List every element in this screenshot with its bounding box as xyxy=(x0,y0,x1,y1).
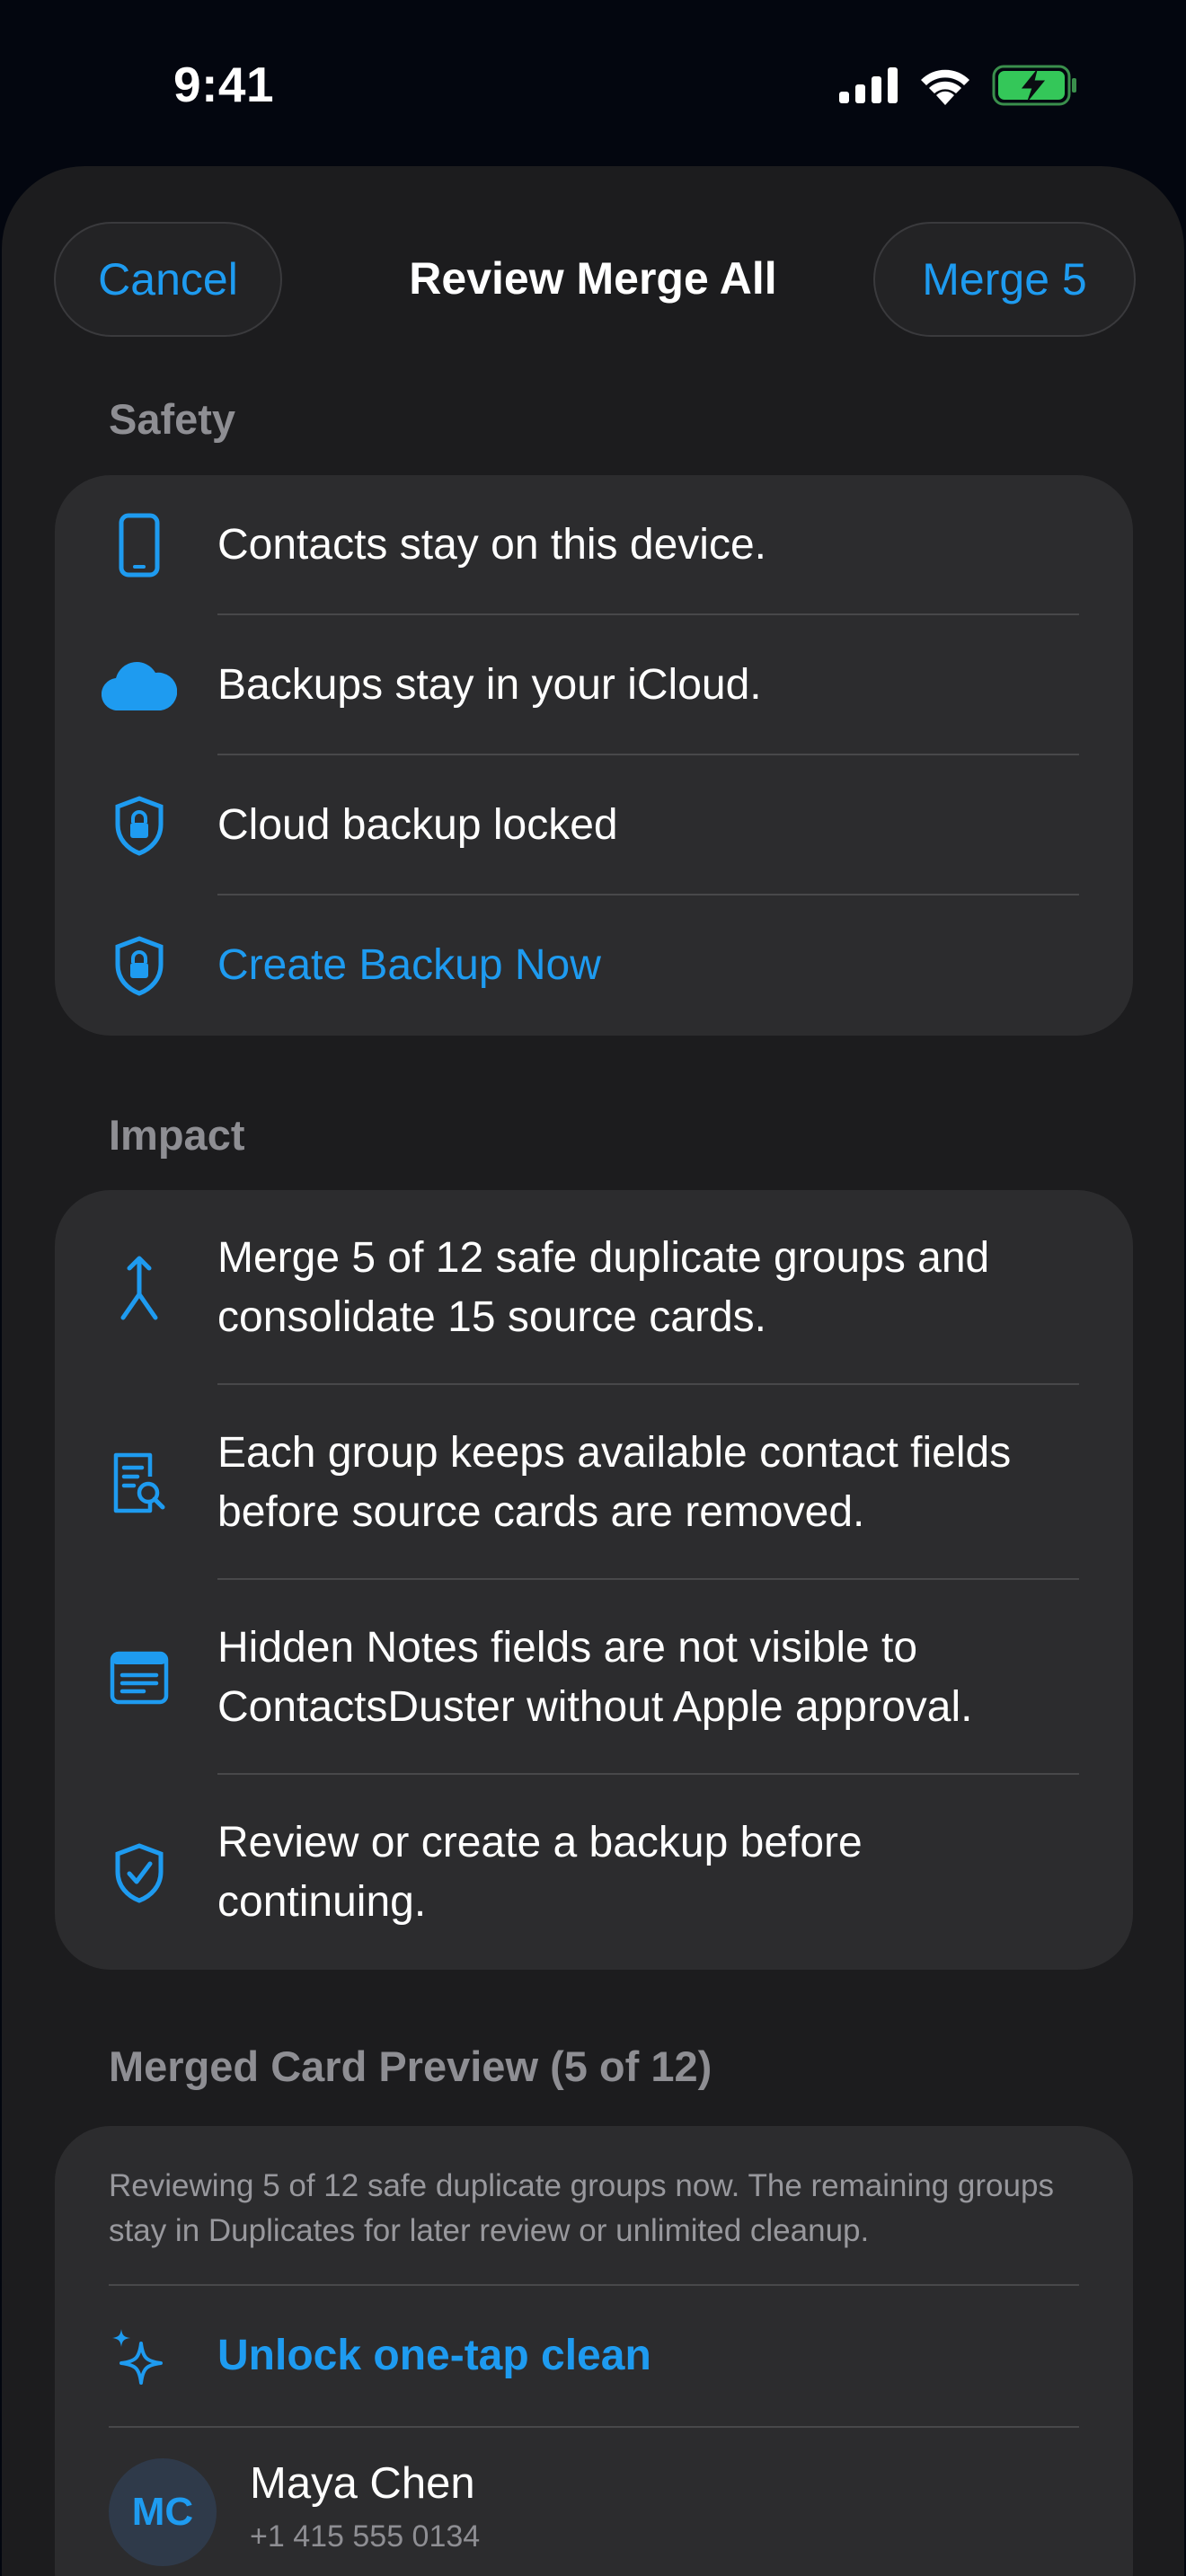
status-bar: 9:41 xyxy=(0,0,1186,166)
safety-section-header: Safety xyxy=(109,395,236,443)
merge-button[interactable]: Merge 5 xyxy=(873,222,1136,337)
preview-section-header: Merged Card Preview (5 of 12) xyxy=(109,2042,712,2090)
safety-row-device: Contacts stay on this device. xyxy=(55,475,1133,615)
status-time: 9:41 xyxy=(173,57,275,112)
sparkles-icon xyxy=(55,2286,220,2426)
contact-phone: +1 415 555 0134 xyxy=(250,2519,481,2554)
safety-row-icloud: Backups stay in your iCloud. xyxy=(55,615,1133,755)
unlock-one-tap-row[interactable]: Unlock one-tap clean xyxy=(55,2286,1133,2426)
cloud-icon xyxy=(55,615,224,755)
impact-label: Hidden Notes fields are not visible to C… xyxy=(217,1623,973,1731)
lock-shield-icon xyxy=(55,755,224,895)
battery-charging-icon xyxy=(992,65,1076,106)
contact-name: Maya Chen xyxy=(250,2459,475,2508)
impact-label: Each group keeps available contact field… xyxy=(217,1428,1012,1536)
impact-label: Merge 5 of 12 safe duplicate groups and … xyxy=(217,1233,990,1341)
impact-card: Merge 5 of 12 safe duplicate groups and … xyxy=(55,1190,1133,1970)
preview-note: Reviewing 5 of 12 safe duplicate groups … xyxy=(109,2168,1054,2248)
notes-icon xyxy=(55,1580,224,1775)
checkmark-shield-icon xyxy=(55,1775,224,1970)
create-backup-link[interactable]: Create Backup Now xyxy=(217,936,655,995)
unlock-one-tap-link[interactable]: Unlock one-tap clean xyxy=(217,2326,705,2386)
review-sheet: Cancel Review Merge All Merge 5 Safety C… xyxy=(2,166,1184,2576)
safety-label: Contacts stay on this device. xyxy=(217,521,766,569)
safety-label: Backups stay in your iCloud. xyxy=(217,661,762,709)
impact-label: Review or create a backup before continu… xyxy=(217,1818,863,1926)
contact-row[interactable]: MC Maya Chen +1 415 555 0134 xyxy=(55,2458,1133,2576)
wifi-icon xyxy=(921,69,969,105)
safety-row-cloud-locked: Cloud backup locked xyxy=(55,755,1133,895)
cellular-signal-icon xyxy=(839,67,898,103)
impact-row-backup: Review or create a backup before continu… xyxy=(55,1775,1133,1970)
row-divider xyxy=(109,2426,1079,2428)
impact-section-header: Impact xyxy=(109,1111,245,1159)
merge-arrow-icon xyxy=(55,1190,224,1385)
impact-row-fields: Each group keeps available contact field… xyxy=(55,1385,1133,1580)
screen: 9:41 Cancel Review Merge All Merge 5 Saf… xyxy=(0,0,1186,2576)
create-backup-row[interactable]: Create Backup Now xyxy=(55,895,1133,1036)
document-search-icon xyxy=(55,1385,224,1580)
lock-shield-icon xyxy=(55,895,224,1036)
phone-icon xyxy=(55,475,224,615)
preview-card: Reviewing 5 of 12 safe duplicate groups … xyxy=(55,2126,1133,2576)
safety-card: Contacts stay on this device. Backups st… xyxy=(55,475,1133,1036)
impact-row-merge: Merge 5 of 12 safe duplicate groups and … xyxy=(55,1190,1133,1385)
status-icons xyxy=(839,65,1078,106)
avatar: MC xyxy=(109,2458,217,2566)
safety-label: Cloud backup locked xyxy=(217,801,618,849)
impact-row-notes: Hidden Notes fields are not visible to C… xyxy=(55,1580,1133,1775)
